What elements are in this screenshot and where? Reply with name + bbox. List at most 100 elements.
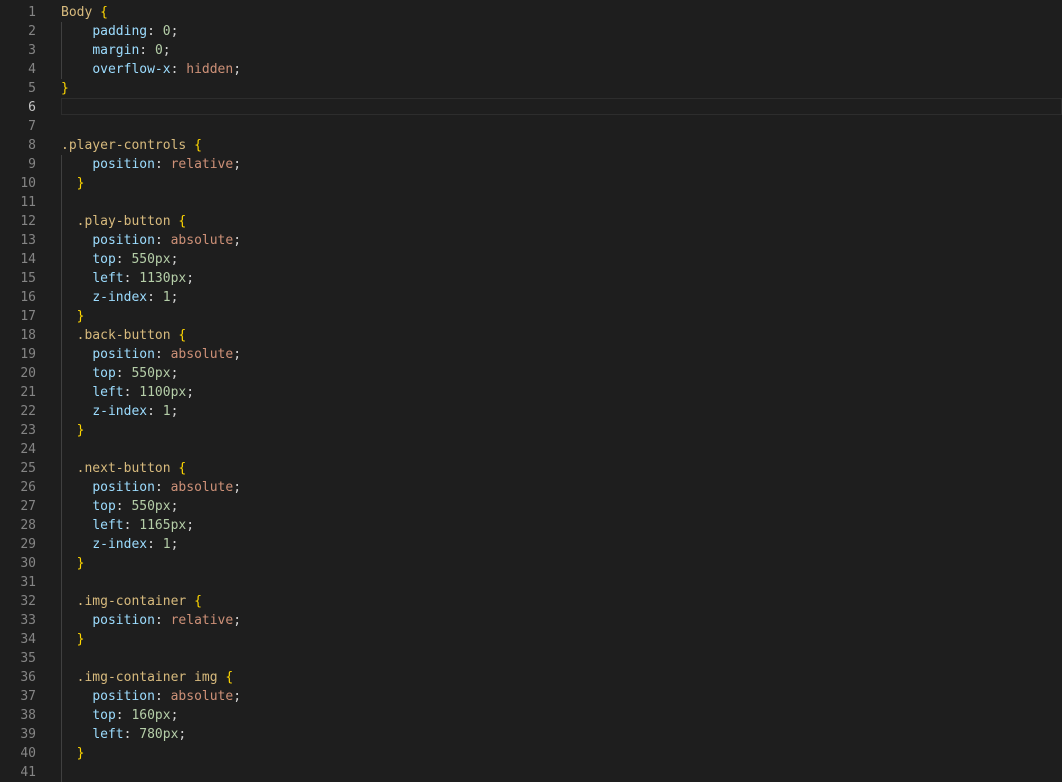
code-line[interactable]: 2 padding: 0; <box>0 22 1062 41</box>
css-property: z-index <box>92 537 148 552</box>
code-line[interactable]: 4 overflow-x: hidden; <box>0 60 1062 79</box>
line-text: .next-button { <box>61 459 187 478</box>
code-line[interactable]: 8 .player-controls { <box>0 136 1062 155</box>
line-number: 11 <box>20 195 36 210</box>
brace: { <box>194 138 202 153</box>
code-line[interactable]: 14 top: 550px; <box>0 250 1062 269</box>
punctuation: ; <box>186 385 195 400</box>
css-number: 0 <box>162 24 171 39</box>
css-value: absolute <box>170 233 234 248</box>
punctuation: : <box>147 24 163 39</box>
css-number: 780px <box>139 727 179 742</box>
code-lines[interactable]: 1 Body {2 padding: 0; 3 margin: 0; 4 overfl… <box>0 3 1062 782</box>
code-line[interactable]: 27 top: 550px; <box>0 497 1062 516</box>
line-number: 36 <box>20 670 36 685</box>
css-number: 1100px <box>139 385 187 400</box>
css-property: position <box>92 157 155 172</box>
line-text: position: absolute; <box>61 687 241 706</box>
code-line[interactable]: 7 <box>0 117 1062 136</box>
brace: } <box>61 81 69 96</box>
css-selector: .player-controls <box>61 138 195 153</box>
line-text: top: 550px; <box>61 250 178 269</box>
code-line[interactable]: 10 } <box>0 174 1062 193</box>
line-text: } <box>61 307 85 326</box>
punctuation: : <box>154 233 171 248</box>
code-line[interactable]: 26 position: absolute; <box>0 478 1062 497</box>
code-line[interactable]: 29 z-index: 1; <box>0 535 1062 554</box>
code-line[interactable]: 40 } <box>0 744 1062 763</box>
line-text: position: absolute; <box>61 345 241 364</box>
punctuation: : <box>154 347 171 362</box>
line-number: 13 <box>20 233 36 248</box>
code-line[interactable]: 37 position: absolute; <box>0 687 1062 706</box>
line-number: 23 <box>20 423 36 438</box>
css-selector: .img-container <box>76 594 195 609</box>
punctuation: ; <box>170 252 179 267</box>
line-number: 33 <box>20 613 36 628</box>
line-text: left: 1100px; <box>61 383 194 402</box>
code-line[interactable]: 16 z-index: 1; <box>0 288 1062 307</box>
code-line[interactable]: 3 margin: 0; <box>0 41 1062 60</box>
punctuation: ; <box>233 689 242 704</box>
punctuation: ; <box>170 537 179 552</box>
code-line[interactable]: 28 left: 1165px; <box>0 516 1062 535</box>
code-line[interactable]: 31 <box>0 573 1062 592</box>
line-number: 5 <box>28 81 36 96</box>
code-line[interactable]: 35 <box>0 649 1062 668</box>
code-line[interactable]: 22 z-index: 1; <box>0 402 1062 421</box>
punctuation: ; <box>170 290 179 305</box>
punctuation: ; <box>162 43 171 58</box>
css-value: absolute <box>170 689 234 704</box>
line-number: 8 <box>28 138 36 153</box>
code-line[interactable]: 15 left: 1130px; <box>0 269 1062 288</box>
code-line[interactable]: 33 position: relative; <box>0 611 1062 630</box>
code-line[interactable]: 13 position: absolute; <box>0 231 1062 250</box>
code-line[interactable]: 39 left: 780px; <box>0 725 1062 744</box>
line-text: position: absolute; <box>61 478 241 497</box>
code-line[interactable]: 17 } <box>0 307 1062 326</box>
code-line[interactable]: 34 } <box>0 630 1062 649</box>
code-line[interactable]: 20 top: 550px; <box>0 364 1062 383</box>
css-selector: .img-container img <box>76 670 226 685</box>
code-line[interactable]: 25 .next-button { <box>0 459 1062 478</box>
code-line[interactable]: 36 .img-container img { <box>0 668 1062 687</box>
line-number: 41 <box>20 765 36 780</box>
line-text: } <box>61 744 85 763</box>
line-number: 10 <box>20 176 36 191</box>
code-line[interactable]: 41 <box>0 763 1062 782</box>
punctuation: ; <box>233 347 242 362</box>
code-line[interactable]: 6 <box>0 98 1062 117</box>
code-line[interactable]: 5} <box>0 79 1062 98</box>
line-number: 39 <box>20 727 36 742</box>
code-line[interactable]: 12 .play-button { <box>0 212 1062 231</box>
code-line[interactable]: 30 } <box>0 554 1062 573</box>
code-line[interactable]: 19 position: absolute; <box>0 345 1062 364</box>
line-number: 31 <box>20 575 36 590</box>
css-number: 1 <box>162 404 171 419</box>
punctuation: : <box>170 62 187 77</box>
code-line[interactable]: 24 <box>0 440 1062 459</box>
code-line[interactable]: 9 position: relative; <box>0 155 1062 174</box>
line-number: 35 <box>20 651 36 666</box>
code-editor[interactable]: 1 Body {2 padding: 0; 3 margin: 0; 4 overfl… <box>0 0 1062 782</box>
code-line[interactable]: 38 top: 160px; <box>0 706 1062 725</box>
code-line[interactable]: 32 .img-container { <box>0 592 1062 611</box>
code-line[interactable]: 18 .back-button { <box>0 326 1062 345</box>
css-number: 0 <box>154 43 163 58</box>
punctuation: : <box>123 385 140 400</box>
code-line[interactable]: 1 Body { <box>0 3 1062 22</box>
line-text: left: 780px; <box>61 725 186 744</box>
line-text: .img-container { <box>61 592 202 611</box>
brace: { <box>178 328 187 343</box>
line-number: 15 <box>20 271 36 286</box>
code-line[interactable]: 23 } <box>0 421 1062 440</box>
code-line[interactable]: 21 left: 1100px; <box>0 383 1062 402</box>
code-line[interactable]: 11 <box>0 193 1062 212</box>
